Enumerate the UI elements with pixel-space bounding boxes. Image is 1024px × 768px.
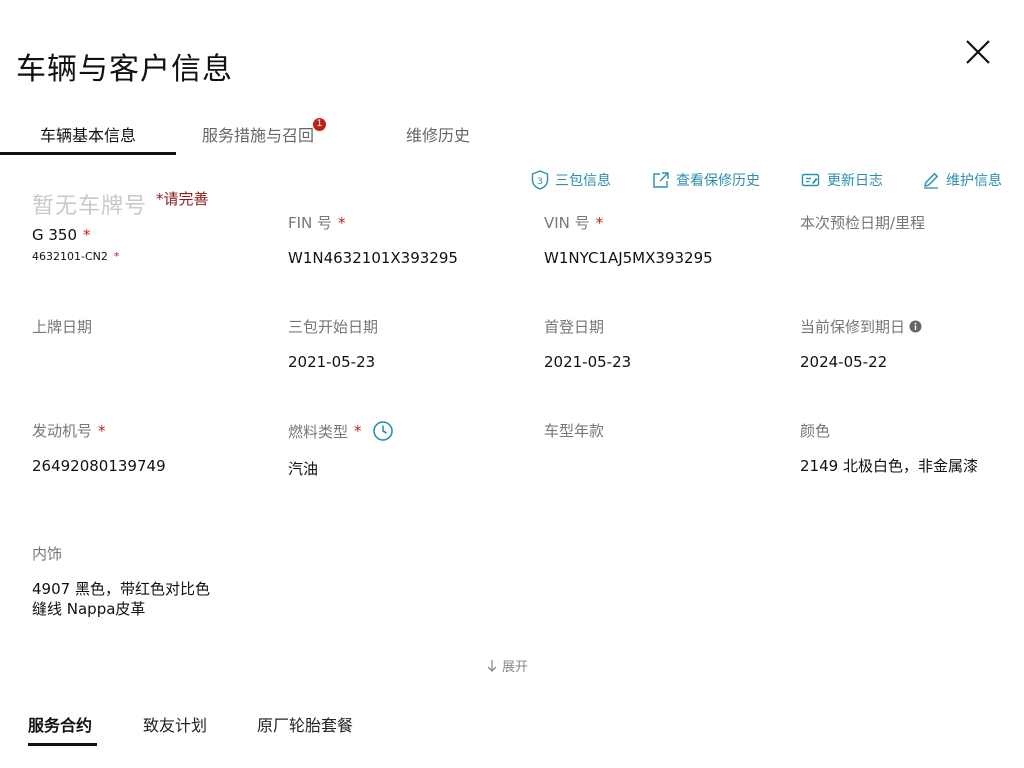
info-icon[interactable] — [909, 320, 922, 333]
warranty-start-label: 三包开始日期 — [288, 318, 379, 336]
fuel-type-value: 汽油 — [288, 460, 319, 478]
warranty-history-label: 查看保修历史 — [676, 173, 760, 189]
tab-vehicle-info[interactable]: 车辆基本信息 — [0, 118, 176, 156]
model-year-label: 车型年款 — [544, 422, 605, 440]
required-mark: * — [113, 250, 120, 263]
vehicle-code: 4632101-CN2 * — [32, 250, 120, 263]
required-mark: * — [98, 422, 106, 440]
update-log-label: 更新日志 — [827, 173, 883, 189]
required-mark: * — [338, 214, 346, 232]
tab-service-contract[interactable]: 服务合约 — [28, 712, 92, 736]
vehicle-model: G 350 * — [32, 226, 91, 244]
tab-friend-plan[interactable]: 致友计划 — [143, 712, 207, 736]
expand-label: 展开 — [502, 660, 529, 675]
warranty-end-value: 2024-05-22 — [800, 353, 888, 371]
first-registration-value: 2021-05-23 — [544, 353, 632, 371]
color-value: 2149 北极白色，非金属漆 — [800, 457, 978, 475]
bottom-active-tab-indicator — [28, 743, 97, 746]
warranty-info-link[interactable]: 3 三包信息 — [531, 170, 611, 190]
svg-text:3: 3 — [537, 177, 543, 187]
maintenance-info-label: 维护信息 — [946, 173, 1002, 189]
vin-label: VIN 号 * — [544, 214, 604, 232]
registration-date-label: 上牌日期 — [32, 318, 93, 336]
log-card-icon — [801, 173, 820, 187]
notification-badge: 1 — [313, 118, 326, 131]
fin-value: W1N4632101X393295 — [288, 249, 458, 267]
warranty-end-label: 当前保修到期日 — [800, 316, 922, 337]
edit-pencil-icon — [924, 172, 939, 189]
interior-label: 内饰 — [32, 545, 63, 563]
close-icon — [966, 40, 990, 64]
engine-number-value: 26492080139749 — [32, 457, 166, 475]
close-button[interactable] — [962, 36, 994, 68]
update-log-link[interactable]: 更新日志 — [801, 170, 883, 190]
warranty-info-label: 三包信息 — [555, 173, 611, 189]
maintenance-info-link[interactable]: 维护信息 — [922, 170, 1002, 190]
warranty-history-link[interactable]: 查看保修历史 — [652, 170, 760, 190]
engine-number-label: 发动机号 * — [32, 422, 106, 440]
interior-value: 4907 黑色，带红色对比色缝线 Nappa皮革 — [32, 580, 210, 618]
active-tab-indicator — [0, 152, 176, 155]
required-mark: * — [354, 422, 362, 440]
color-label: 颜色 — [800, 422, 831, 440]
tab-repair-history[interactable]: 维修历史 — [374, 118, 502, 156]
plate-required-hint: *请完善 — [156, 190, 209, 208]
clock-icon[interactable] — [372, 420, 394, 442]
required-mark: * — [83, 226, 91, 244]
vin-value: W1NYC1AJ5MX393295 — [544, 249, 713, 267]
warranty-start-value: 2021-05-23 — [288, 353, 376, 371]
tab-tire-package[interactable]: 原厂轮胎套餐 — [257, 712, 353, 736]
expand-button[interactable]: 展开 — [486, 656, 528, 675]
external-link-icon — [653, 172, 669, 188]
arrow-down-icon — [487, 659, 497, 672]
plate-number-placeholder[interactable]: 暂无车牌号 — [32, 188, 147, 220]
first-registration-label: 首登日期 — [544, 318, 605, 336]
inspection-label: 本次预检日期/里程 — [800, 214, 926, 232]
fin-label: FIN 号 * — [288, 214, 346, 232]
required-mark: * — [595, 214, 604, 232]
fuel-type-label: 燃料类型 * — [288, 420, 394, 442]
page-title: 车辆与客户信息 — [16, 52, 233, 87]
shield-icon: 3 — [531, 170, 549, 190]
